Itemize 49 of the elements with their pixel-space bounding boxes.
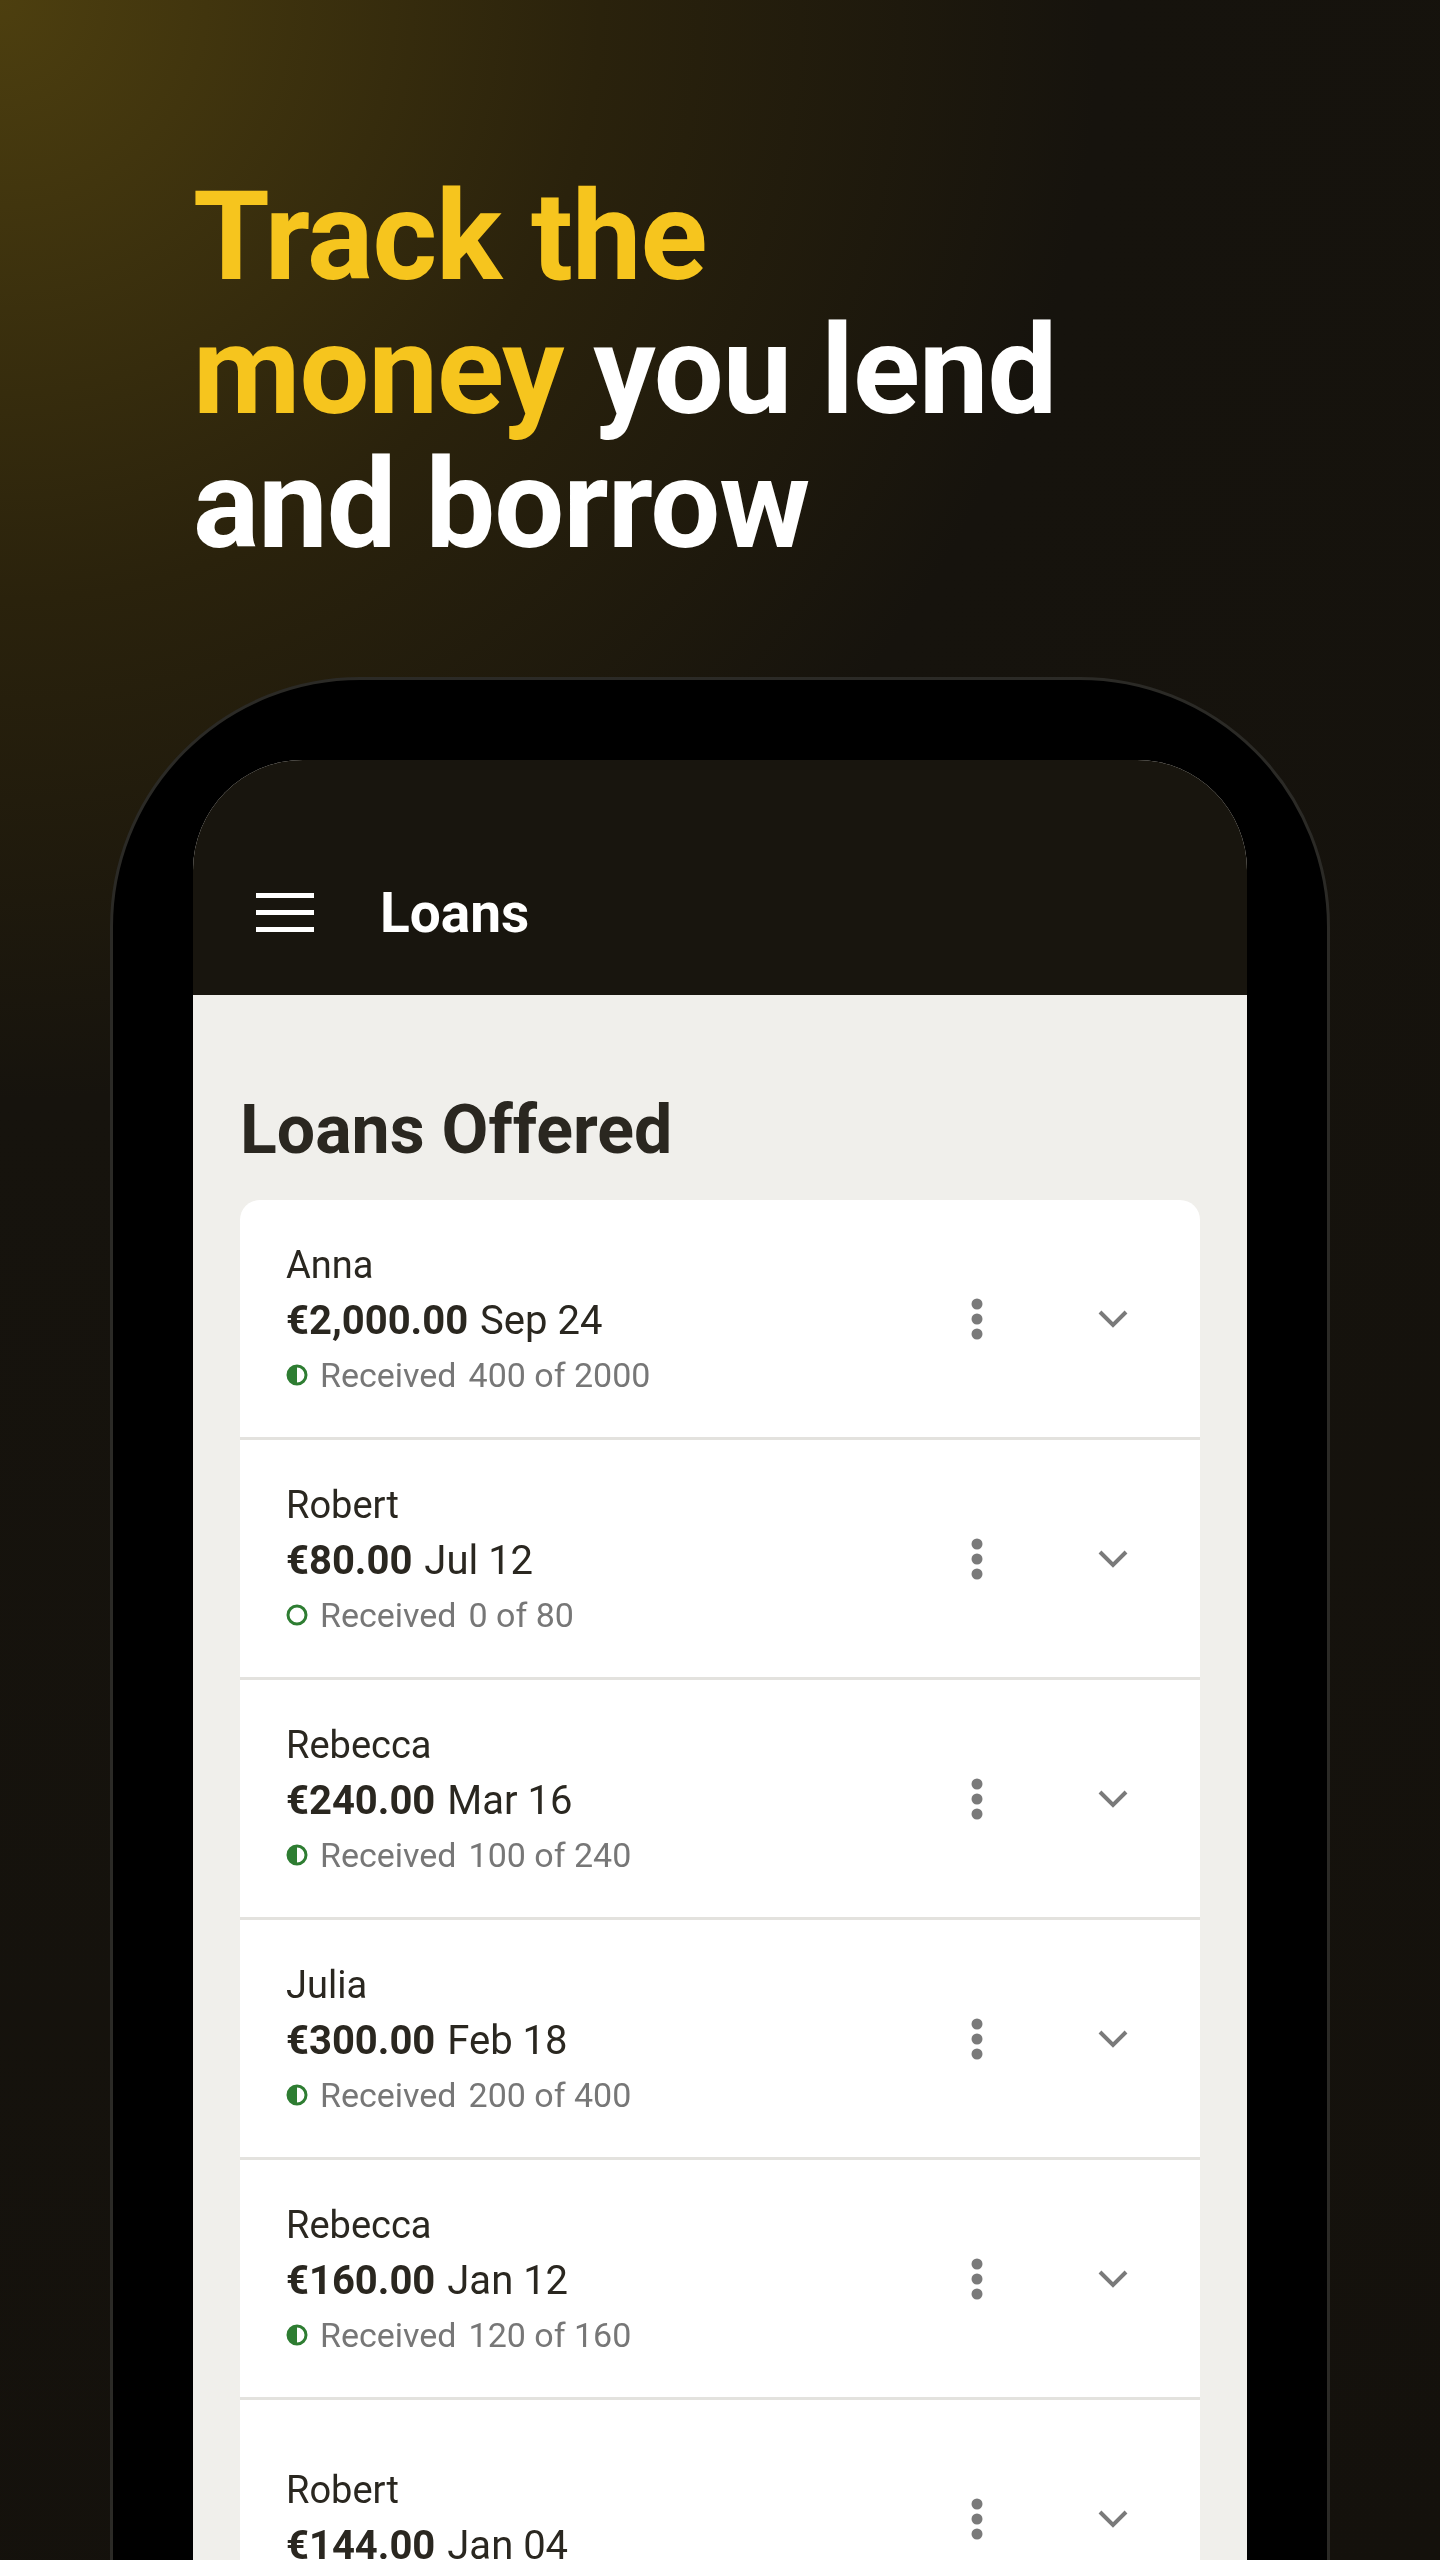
borrower-name: Anna — [286, 1241, 375, 1289]
chevron-down-icon[interactable] — [1098, 2269, 1128, 2288]
loan-amount: €160.00 — [286, 2255, 436, 2306]
more-options-icon[interactable] — [971, 2497, 983, 2540]
more-options-icon[interactable] — [971, 2017, 983, 2060]
progress-text: 200 of 400 — [468, 2073, 632, 2117]
progress-text: 100 of 240 — [468, 1833, 632, 1877]
status-label: Received — [320, 1833, 457, 1877]
app-title: Loans — [380, 880, 530, 945]
loan-date: Jan 04 — [447, 2520, 569, 2560]
section-title: Loans Offered — [240, 1089, 674, 1172]
chevron-down-icon[interactable] — [1098, 2509, 1128, 2528]
menu-icon[interactable] — [256, 892, 314, 933]
loan-date: Sep 24 — [480, 1295, 603, 1346]
loan-row[interactable]: Rebecca €160.00 Jan 12 Received 120 of 160 — [240, 2160, 1200, 2400]
status-label: Received — [320, 2073, 457, 2117]
more-options-icon[interactable] — [971, 1297, 983, 1340]
loan-row[interactable]: Robert €80.00 Jul 12 Received 0 of 80 — [240, 1440, 1200, 1680]
status-label: Received — [320, 1593, 457, 1637]
chevron-down-icon[interactable] — [1098, 2029, 1128, 2048]
progress-text: 0 of 80 — [468, 1593, 574, 1637]
loan-date: Feb 18 — [447, 2015, 568, 2066]
loan-amount: €144.00 — [286, 2520, 436, 2560]
chevron-down-icon[interactable] — [1098, 1309, 1128, 1328]
status-label: Received — [320, 1353, 457, 1397]
borrower-name: Rebecca — [286, 1721, 433, 1769]
chevron-down-icon[interactable] — [1098, 1789, 1128, 1808]
loan-amount: €80.00 — [286, 1535, 413, 1586]
more-options-icon[interactable] — [971, 1537, 983, 1580]
progress-text: 400 of 2000 — [468, 1353, 651, 1397]
loan-row[interactable]: Rebecca €240.00 Mar 16 Received 100 of 240 — [240, 1680, 1200, 1920]
progress-text: 120 of 160 — [468, 2313, 632, 2357]
loan-amount: €240.00 — [286, 1775, 436, 1826]
more-options-icon[interactable] — [971, 1777, 983, 1820]
loan-row[interactable]: Anna €2,000.00 Sep 24 Received 400 of 2000 — [240, 1200, 1200, 1440]
chevron-down-icon[interactable] — [1098, 1549, 1128, 1568]
borrower-name: Julia — [286, 1961, 369, 2009]
loan-amount: €2,000.00 — [286, 1295, 469, 1346]
loan-amount: €300.00 — [286, 2015, 436, 2066]
loan-row[interactable]: Robert €144.00 Jan 04 — [240, 2400, 1200, 2560]
loan-date: Jul 12 — [424, 1535, 534, 1586]
loan-date: Mar 16 — [447, 1775, 573, 1826]
status-label: Received — [320, 2313, 457, 2357]
borrower-name: Robert — [286, 1481, 400, 1529]
borrower-name: Robert — [286, 2466, 400, 2514]
loan-row[interactable]: Julia €300.00 Feb 18 Received 200 of 400 — [240, 1920, 1200, 2160]
borrower-name: Rebecca — [286, 2201, 433, 2249]
more-options-icon[interactable] — [971, 2257, 983, 2300]
loan-date: Jan 12 — [447, 2255, 569, 2306]
